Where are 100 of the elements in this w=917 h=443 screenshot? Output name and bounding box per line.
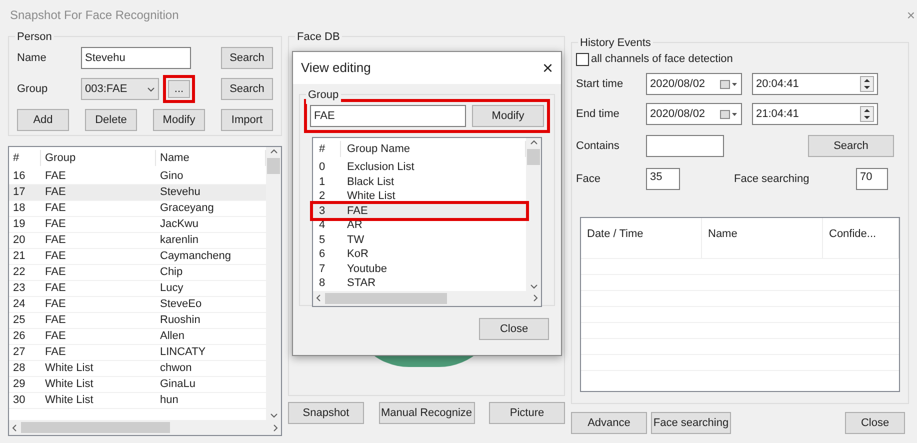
table-cell-text: hun — [159, 393, 180, 408]
button[interactable]: Modify — [472, 105, 544, 127]
table-cell-text: Chip — [159, 265, 184, 280]
table-cell-text: 19 — [12, 217, 26, 232]
column-header[interactable]: Group — [41, 150, 156, 166]
table-row[interactable]: 27 FAE LINCATY — [9, 345, 266, 361]
field-label: Face searching — [734, 172, 810, 187]
table-cell-text: 7 — [318, 262, 326, 276]
table-row[interactable]: 30 White List hun — [9, 393, 266, 409]
button[interactable]: Face searching — [651, 412, 731, 434]
horizontal-scrollbar[interactable] — [9, 420, 281, 435]
close-icon[interactable]: × — [542, 59, 553, 77]
field-label: Contains — [576, 138, 620, 154]
button[interactable]: Search — [221, 47, 273, 69]
table-row[interactable]: 17 FAE Stevehu — [9, 185, 266, 201]
table-cell-text: FAE — [44, 345, 67, 360]
button[interactable]: Delete — [85, 109, 137, 131]
vertical-scrollbar[interactable] — [526, 138, 541, 290]
table-cell-text: SteveEo — [159, 297, 203, 312]
button[interactable]: Manual Recognize — [378, 402, 474, 424]
table-row[interactable]: 26 FAE Allen — [9, 329, 266, 345]
table-cell-text: FAE — [44, 265, 67, 280]
button[interactable]: Add — [17, 109, 69, 131]
table-cell-text: 29 — [12, 377, 26, 392]
table-cell-text: Stevehu — [159, 185, 202, 200]
field-label: Start time — [576, 76, 624, 92]
button[interactable]: Advance — [571, 412, 647, 434]
scrollbar-thumb[interactable] — [267, 158, 280, 174]
table-cell-text: 24 — [12, 297, 26, 312]
scrollbar-thumb[interactable] — [527, 149, 540, 165]
window-title: Snapshot For Face Recognition — [10, 7, 180, 24]
name-field[interactable]: Stevehu — [81, 47, 191, 69]
table-row[interactable]: 25 FAE Ruoshin — [9, 313, 266, 329]
scrollbar-thumb[interactable] — [21, 422, 170, 433]
table-cell-text: KoR — [346, 247, 370, 262]
button[interactable]: Close — [479, 318, 549, 340]
table-cell-text: FAE — [44, 297, 67, 312]
table-cell-text: 22 — [12, 265, 26, 280]
table-cell-text: 25 — [12, 313, 26, 328]
column-header[interactable]: # — [313, 140, 341, 158]
table-cell-text: 17 — [12, 185, 26, 200]
table-row[interactable]: 3 FAE — [313, 204, 526, 218]
table-cell-text: STAR — [346, 276, 377, 291]
table-cell-text: 16 — [12, 169, 26, 184]
table-cell-text: 26 — [12, 329, 26, 344]
table-row[interactable]: 20 FAE karenlin — [9, 233, 266, 249]
table-cell-text: Lucy — [159, 281, 184, 296]
calendar-icon — [720, 80, 738, 88]
scrollbar-thumb[interactable] — [325, 292, 448, 304]
column-header[interactable]: Confide... — [823, 218, 899, 258]
table-cell-text: Black List — [346, 174, 396, 190]
button[interactable]: Picture — [489, 402, 565, 424]
table-row[interactable]: 28 White List chwon — [9, 361, 266, 377]
group-label: Group — [306, 87, 341, 104]
table-row[interactable]: 21 FAE Caymancheng — [9, 249, 266, 265]
contains-field[interactable] — [646, 135, 724, 157]
table-row[interactable]: 18 FAE Graceyang — [9, 201, 266, 217]
calendar-icon — [720, 110, 738, 118]
button[interactable]: Close — [845, 412, 905, 434]
table-cell-text: White List — [44, 377, 94, 392]
spinner-icon[interactable] — [860, 76, 874, 92]
table-cell-text: 5 — [318, 232, 326, 248]
table-cell-text: FAE — [44, 201, 67, 216]
group-dropdown[interactable]: 003:FAE — [81, 78, 159, 100]
checkbox[interactable] — [576, 52, 589, 66]
table-row[interactable]: 19 FAE JacKwu — [9, 217, 266, 233]
button[interactable]: Search — [808, 135, 894, 157]
column-header[interactable]: Name — [702, 218, 823, 258]
vertical-scrollbar[interactable] — [266, 147, 281, 420]
table-row[interactable]: 23 FAE Lucy — [9, 281, 266, 297]
face-field[interactable]: 35 — [646, 168, 680, 190]
date-picker[interactable]: 2020/08/02 — [646, 73, 742, 95]
group-label: History Events — [578, 35, 653, 52]
table-cell-text: 27 — [12, 345, 26, 360]
field-label: Face — [576, 172, 602, 187]
group-name-field[interactable]: FAE — [310, 105, 466, 127]
table-row[interactable]: 24 FAE SteveEo — [9, 297, 266, 313]
table-cell-text: 23 — [12, 281, 26, 296]
button[interactable]: Modify — [153, 109, 205, 131]
spinner-icon[interactable] — [860, 106, 874, 122]
face-searching-field[interactable]: 70 — [856, 168, 888, 190]
time-field[interactable]: 20:04:41 — [752, 73, 878, 95]
table-cell-text: 28 — [12, 361, 26, 376]
button[interactable]: Snapshot — [288, 402, 364, 424]
table-row[interactable]: 29 White List GinaLu — [9, 377, 266, 393]
button[interactable]: Import — [221, 109, 273, 131]
table-cell-text: FAE — [44, 233, 67, 248]
column-header[interactable]: Date / Time — [581, 218, 702, 258]
button[interactable]: Search — [221, 78, 273, 100]
horizontal-scrollbar[interactable] — [313, 290, 541, 306]
date-picker[interactable]: 2020/08/02 — [646, 103, 742, 125]
table-row[interactable]: 22 FAE Chip — [9, 265, 266, 281]
button[interactable]: ... — [168, 80, 190, 98]
table-cell-text: White List — [44, 361, 94, 376]
column-header[interactable]: # — [9, 150, 41, 166]
time-field[interactable]: 21:04:41 — [752, 103, 878, 125]
table-cell-text: 8 — [318, 276, 326, 291]
table-row[interactable]: 16 FAE Gino — [9, 169, 266, 185]
table-cell-text: 20 — [12, 233, 26, 248]
table-cell-text: 0 — [318, 160, 326, 175]
